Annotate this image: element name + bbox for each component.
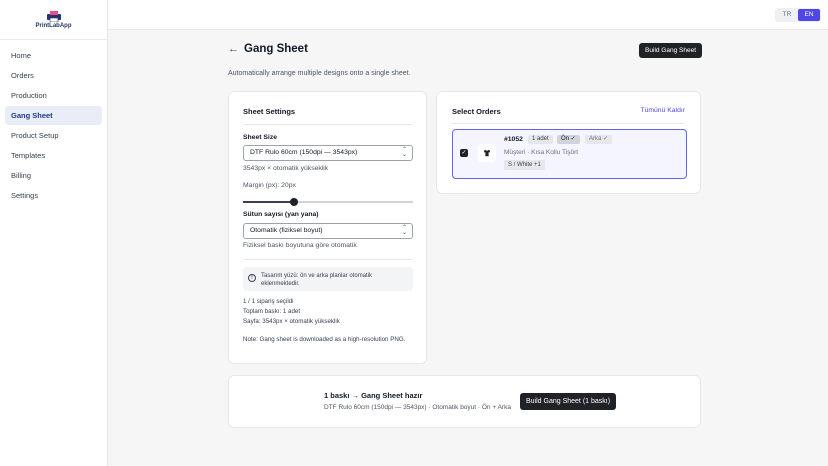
sheet-size-hint: 3543px × otomatik yükseklik [243, 165, 329, 172]
sheet-size-select[interactable]: DTF Rulo 60cm (150dpi — 3543px) ⌃ ⌄ [243, 145, 413, 161]
sidebar-item-billing[interactable]: Billing [5, 166, 102, 185]
printer-logo-icon [46, 11, 61, 22]
select-orders-card: Select Orders Tümünü Kaldır ✓ #1052 1 ad… [436, 91, 701, 194]
variant-badge: S / White +1 [504, 160, 545, 170]
sidebar: PrintLabApp Home Orders Production Gang … [0, 0, 108, 466]
slider-thumb[interactable] [290, 198, 298, 206]
sidebar-item-settings[interactable]: Settings [5, 186, 102, 205]
sidebar-item-home[interactable]: Home [5, 46, 102, 65]
download-note: Note: Gang sheet is downloaded as a high… [243, 336, 406, 343]
lang-en-button[interactable]: EN [798, 9, 820, 21]
divider [452, 123, 685, 124]
info-icon: ! [248, 274, 256, 282]
sidebar-item-orders[interactable]: Orders [5, 66, 102, 85]
select-orders-title: Select Orders [452, 107, 501, 116]
chevron-updown-icon: ⌃ ⌄ [401, 225, 407, 236]
columns-value: Otomatik (fiziksel boyut) [250, 227, 323, 234]
build-gang-sheet-count-button[interactable]: Build Gang Sheet (1 baskı) [520, 393, 617, 410]
order-id: #1052 [504, 136, 523, 143]
chevron-updown-icon: ⌃ ⌄ [401, 147, 407, 158]
quantity-badge: 1 adet [528, 135, 553, 144]
divider [243, 124, 412, 125]
info-box: ! Tasarım yüzü: ön ve arka planlar otoma… [243, 267, 413, 291]
summary-title: 1 baskı → Gang Sheet hazır [324, 391, 423, 400]
sidebar-item-gang-sheet[interactable]: Gang Sheet [5, 106, 102, 125]
columns-label: Sütun sayısı (yan yana) [243, 211, 319, 218]
margin-label: Margin (px): 20px [243, 182, 296, 189]
language-switcher: TR EN [775, 8, 821, 22]
sidebar-item-production[interactable]: Production [5, 86, 102, 105]
order-checkbox[interactable]: ✓ [460, 149, 468, 157]
columns-hint: Fiziksel baskı boyutuna göre otomatik [243, 242, 357, 249]
stat-page: Sayfa: 3543px × otomatik yükseklik [243, 318, 340, 325]
front-badge[interactable]: Ön ✓ [557, 135, 580, 144]
topbar: TR EN [108, 0, 828, 30]
sheet-size-value: DTF Rulo 60cm (150dpi — 3543px) [250, 149, 358, 156]
summary-card: 1 baskı → Gang Sheet hazır DTF Rulo 60cm… [228, 375, 701, 428]
lang-tr-button[interactable]: TR [776, 9, 798, 21]
sheet-size-label: Sheet Size [243, 134, 277, 141]
tshirt-thumbnail-icon [478, 144, 496, 162]
divider [243, 259, 412, 260]
sidebar-nav: Home Orders Production Gang Sheet Produc… [0, 40, 107, 205]
stat-selected: 1 / 1 sipariş seçildi [243, 298, 294, 305]
tshirt-icon [483, 149, 491, 157]
sidebar-item-templates[interactable]: Templates [5, 146, 102, 165]
page-title: Gang Sheet [244, 43, 308, 55]
app-logo[interactable]: PrintLabApp [0, 0, 107, 40]
sheet-settings-title: Sheet Settings [243, 107, 296, 116]
clear-all-link[interactable]: Tümünü Kaldır [640, 107, 685, 114]
page-subtitle: Automatically arrange multiple designs o… [228, 70, 411, 77]
order-row[interactable]: ✓ #1052 1 adet Ön ✓ Arka ✓ Müşteri · Kıs… [452, 129, 687, 179]
stat-total: Toplam baskı: 1 adet [243, 308, 301, 315]
back-arrow-icon[interactable]: ← [228, 43, 239, 55]
slider-fill [243, 201, 294, 203]
info-text: Tasarım yüzü: ön ve arka planlar otomati… [261, 273, 373, 287]
columns-select[interactable]: Otomatik (fiziksel boyut) ⌃ ⌄ [243, 223, 413, 239]
order-subtitle: Müşteri · Kısa Kollu Tişört [504, 149, 579, 156]
build-gang-sheet-button[interactable]: Build Gang Sheet [639, 43, 702, 58]
margin-slider[interactable] [243, 197, 413, 207]
page-header: ← Gang Sheet Build Gang Sheet [228, 42, 702, 60]
back-badge[interactable]: Arka ✓ [585, 135, 613, 144]
sidebar-item-product-setup[interactable]: Product Setup [5, 126, 102, 145]
logo-text: PrintLabApp [35, 23, 72, 29]
sheet-settings-card: Sheet Settings Sheet Size DTF Rulo 60cm … [228, 91, 427, 364]
summary-subtitle: DTF Rulo 60cm (150dpi — 3543px) · Otomat… [324, 404, 511, 411]
